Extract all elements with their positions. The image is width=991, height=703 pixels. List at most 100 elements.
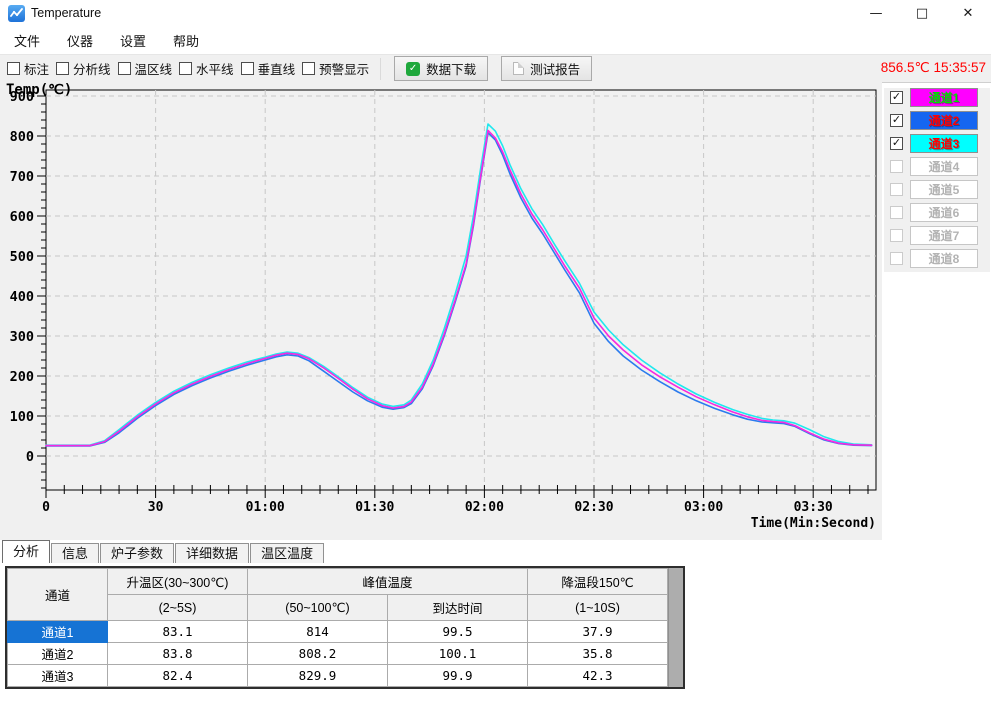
- checkbox-icon[interactable]: [241, 62, 254, 75]
- toolbar-separator: [380, 58, 381, 80]
- channel-6-button[interactable]: 通道6: [910, 203, 978, 222]
- col-header-channel: 通道: [8, 569, 108, 621]
- tab-2[interactable]: 信息: [51, 543, 99, 563]
- toolbar-button-label: 测试报告: [530, 59, 580, 78]
- svg-text:0: 0: [42, 500, 50, 515]
- temperature-chart: 010020030040050060070080090003001:0001:3…: [0, 82, 882, 540]
- col-header-rise-sub: (2~5S): [108, 595, 248, 621]
- toolbar-checkbox-label: 标注: [24, 59, 49, 78]
- channel-4-toggle[interactable]: [890, 160, 903, 173]
- tab-4[interactable]: 详细数据: [175, 543, 249, 563]
- toolbar-checkbox-4[interactable]: 水平线: [179, 59, 234, 78]
- channel-7-toggle[interactable]: [890, 229, 903, 242]
- channel-1-button[interactable]: 通道1: [910, 88, 978, 107]
- chart-canvas: 010020030040050060070080090003001:0001:3…: [0, 82, 882, 540]
- table-cell: 42.3: [528, 665, 668, 687]
- maximize-button[interactable]: □: [899, 0, 945, 26]
- toolbar-checkbox-label: 垂直线: [258, 59, 296, 78]
- svg-text:300: 300: [10, 329, 34, 345]
- table-cell: 99.5: [388, 621, 528, 643]
- toolbar-checkbox-1[interactable]: 标注: [7, 59, 49, 78]
- channel-5-toggle[interactable]: [890, 183, 903, 196]
- menu-item-3[interactable]: 设置: [107, 27, 159, 54]
- col-header-peak-sub1: (50~100℃): [248, 595, 388, 621]
- toolbar-checkbox-label: 分析线: [73, 59, 111, 78]
- window-title: Temperature: [31, 6, 101, 20]
- col-header-peak: 峰值温度: [248, 569, 528, 595]
- svg-text:01:30: 01:30: [355, 500, 394, 515]
- toolbar-button-2[interactable]: 测试报告: [501, 56, 592, 81]
- col-header-fall: 降温段150℃: [528, 569, 668, 595]
- tab-3[interactable]: 炉子参数: [100, 543, 174, 563]
- close-button[interactable]: ✕: [945, 0, 991, 26]
- channel-row-7: 通道7: [884, 226, 990, 245]
- svg-text:100: 100: [10, 409, 34, 425]
- toolbar-checkbox-5[interactable]: 垂直线: [241, 59, 296, 78]
- svg-text:200: 200: [10, 369, 34, 385]
- checkbox-icon[interactable]: [7, 62, 20, 75]
- channel-3-button[interactable]: 通道3: [910, 134, 978, 153]
- channel-row-5: 通道5: [884, 180, 990, 199]
- tab-strip: 分析信息炉子参数详细数据温区温度: [0, 540, 991, 563]
- tab-5[interactable]: 温区温度: [250, 543, 324, 563]
- table-row: 通道183.181499.537.9: [8, 621, 668, 643]
- table-scrollbar[interactable]: [668, 568, 683, 687]
- toolbar-button-label: 数据下载: [426, 59, 476, 78]
- toolbar: 856.5℃ 15:35:57 标注 分析线 温区线 水平线 垂直线预警显示 ✓ 数据下载 测…: [0, 54, 991, 83]
- channel-3-toggle[interactable]: [890, 137, 903, 150]
- table-cell: 808.2: [248, 643, 388, 665]
- col-header-rise: 升温区(30~300℃): [108, 569, 248, 595]
- channel-row-6: 通道6: [884, 203, 990, 222]
- checkbox-icon[interactable]: [302, 62, 315, 75]
- row-channel-label[interactable]: 通道3: [8, 665, 108, 687]
- checkbox-icon[interactable]: [118, 62, 131, 75]
- minimize-button[interactable]: —: [853, 0, 899, 26]
- channel-8-toggle[interactable]: [890, 252, 903, 265]
- status-temperature: 856.5℃: [881, 60, 930, 75]
- table-cell: 83.8: [108, 643, 248, 665]
- toolbar-checkbox-label: 温区线: [135, 59, 173, 78]
- tab-1[interactable]: 分析: [2, 540, 50, 563]
- svg-text:400: 400: [10, 289, 34, 305]
- table-cell: 814: [248, 621, 388, 643]
- svg-text:700: 700: [10, 169, 34, 185]
- svg-text:Temp(℃): Temp(℃): [6, 82, 72, 98]
- status-time: 15:35:57: [933, 60, 986, 75]
- checkbox-icon[interactable]: [179, 62, 192, 75]
- bottom-panel: 分析信息炉子参数详细数据温区温度 通道 升温区(30~300℃) 峰值温度 降温…: [0, 540, 991, 703]
- table-cell: 35.8: [528, 643, 668, 665]
- channel-1-toggle[interactable]: [890, 91, 903, 104]
- row-channel-label[interactable]: 通道1: [8, 621, 108, 643]
- table-row: 通道283.8808.2100.135.8: [8, 643, 668, 665]
- row-channel-label[interactable]: 通道2: [8, 643, 108, 665]
- channel-2-button[interactable]: 通道2: [910, 111, 978, 130]
- svg-text:02:00: 02:00: [465, 500, 504, 515]
- toolbar-checkbox-2[interactable]: 分析线: [56, 59, 111, 78]
- checkbox-icon[interactable]: [56, 62, 69, 75]
- toolbar-button-1[interactable]: ✓ 数据下载: [394, 56, 488, 81]
- channel-6-toggle[interactable]: [890, 206, 903, 219]
- svg-text:600: 600: [10, 209, 34, 225]
- channel-2-toggle[interactable]: [890, 114, 903, 127]
- toolbar-checkbox-3[interactable]: 温区线: [118, 59, 173, 78]
- channel-7-button[interactable]: 通道7: [910, 226, 978, 245]
- menu-item-4[interactable]: 帮助: [160, 27, 212, 54]
- table-cell: 100.1: [388, 643, 528, 665]
- channel-8-button[interactable]: 通道8: [910, 249, 978, 268]
- channel-5-button[interactable]: 通道5: [910, 180, 978, 199]
- table-cell: 37.9: [528, 621, 668, 643]
- channel-row-4: 通道4: [884, 157, 990, 176]
- toolbar-checkbox-6[interactable]: 预警显示: [302, 59, 369, 78]
- download-check-icon: ✓: [406, 62, 420, 76]
- menu-item-1[interactable]: 文件: [1, 27, 53, 54]
- analysis-table: 通道 升温区(30~300℃) 峰值温度 降温段150℃ (2~5S) (50~…: [5, 566, 685, 689]
- channel-legend: 通道1 通道2 通道3 通道4 通道5 通道6 通道7 通道8: [884, 88, 990, 272]
- svg-text:500: 500: [10, 249, 34, 265]
- channel-row-3: 通道3: [884, 134, 990, 153]
- channel-4-button[interactable]: 通道4: [910, 157, 978, 176]
- menu-item-2[interactable]: 仪器: [54, 27, 106, 54]
- svg-text:30: 30: [148, 500, 164, 515]
- channel-row-2: 通道2: [884, 111, 990, 130]
- toolbar-checkbox-label: 水平线: [196, 59, 234, 78]
- title-bar: Temperature — □ ✕: [0, 0, 991, 26]
